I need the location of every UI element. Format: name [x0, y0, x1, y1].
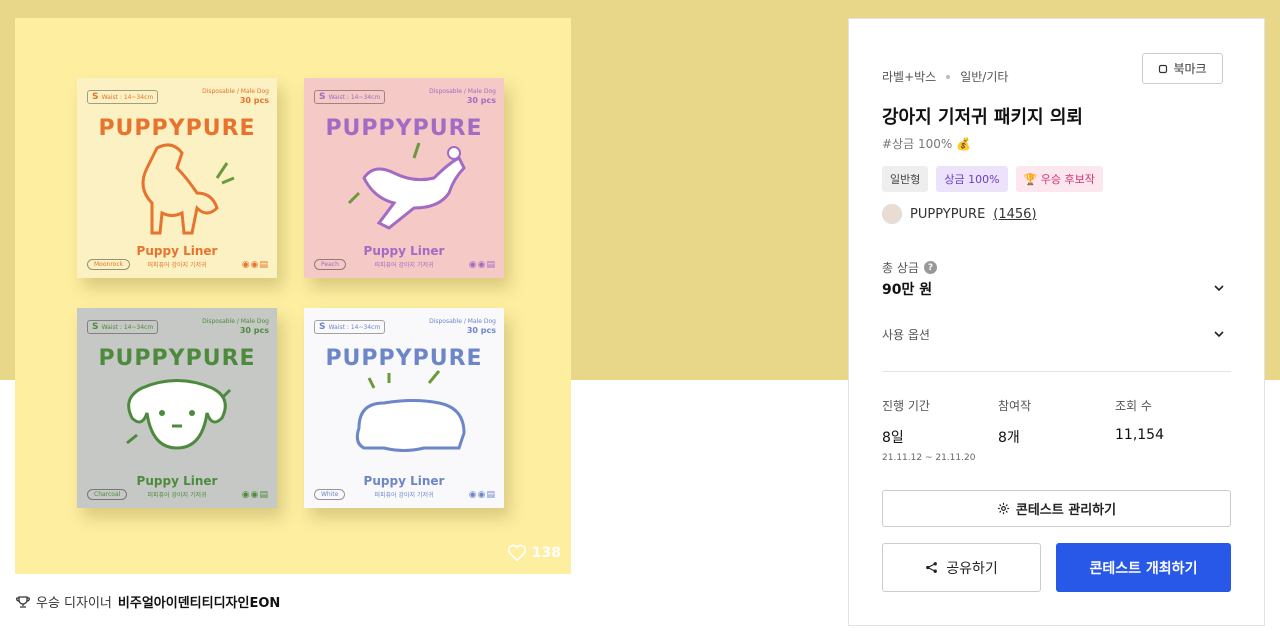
heart-icon	[507, 544, 526, 562]
stat-entries: 참여작 8개	[998, 399, 1032, 446]
gear-icon	[997, 502, 1009, 515]
cert-icons: ◉◉▤	[468, 490, 496, 500]
bookmark-button[interactable]: 북마크	[1142, 53, 1223, 84]
product-box-moonrock: S Waist : 14~34cm Disposable / Male Dog 3…	[77, 78, 277, 278]
product-box-peach: S Waist : 14~34cm Disposable / Male Dog 3…	[304, 78, 504, 278]
box-type: Disposable / Male Dog 30 pcs	[429, 318, 496, 335]
chevron-down-icon[interactable]	[1212, 327, 1226, 341]
box-product-name: Puppy Liner	[363, 474, 445, 488]
manage-contest-button[interactable]: 콘테스트 관리하기	[882, 490, 1231, 527]
size-tag: S Waist : 14~34cm	[314, 90, 386, 104]
chevron-down-icon[interactable]	[1212, 281, 1226, 295]
contest-owner[interactable]: PUPPYPURE (1456)	[882, 204, 1037, 224]
box-color-tag: Charcoal	[87, 489, 128, 500]
share-button[interactable]: 공유하기	[882, 543, 1041, 592]
avatar	[882, 204, 902, 224]
breadcrumb-subcategory[interactable]: 일반/기타	[960, 68, 1008, 85]
stat-views: 조회 수 11,154	[1115, 399, 1164, 443]
prize-value: 90만 원	[882, 282, 933, 298]
cert-icons: ◉◉▤	[241, 260, 269, 270]
box-product-name: Puppy Liner	[136, 244, 218, 258]
product-box-charcoal: S Waist : 14~34cm Disposable / Male Dog 3…	[77, 308, 277, 508]
contest-title: 강아지 기저귀 패키지 의뢰	[882, 107, 1083, 128]
winner-label: 우승 디자이너	[36, 596, 112, 611]
box-product-name: Puppy Liner	[363, 244, 445, 258]
badge-type: 일반형	[882, 166, 929, 192]
box-type: Disposable / Male Dog 30 pcs	[202, 88, 269, 105]
bookmark-icon	[1159, 64, 1168, 73]
contest-main-image[interactable]: S Waist : 14~34cm Disposable / Male Dog 3…	[15, 18, 571, 574]
cert-icons: ◉◉▤	[468, 260, 496, 270]
contest-hashtag: #상금 100% 💰	[882, 137, 972, 151]
option-label[interactable]: 사용 옵션	[882, 326, 930, 343]
dog-illustration	[347, 142, 466, 230]
box-type: Disposable / Male Dog 30 pcs	[202, 318, 269, 335]
box-color-tag: Moonrock	[87, 259, 131, 270]
box-color-tag: Peach	[314, 259, 346, 270]
size-tag: S Waist : 14~34cm	[314, 320, 386, 334]
contest-info-panel: 라벨+박스 일반/기타 북마크 강아지 기저귀 패키지 의뢰 #상금 100% …	[848, 18, 1265, 626]
owner-name: PUPPYPURE	[910, 206, 986, 222]
bookmark-label: 북마크	[1173, 62, 1207, 76]
dog-illustration	[355, 370, 466, 452]
winner-designer: 우승 디자이너 비주얼아이덴티티디자인EON	[16, 592, 280, 611]
share-icon	[926, 562, 938, 573]
divider	[882, 371, 1231, 372]
winner-name[interactable]: 비주얼아이덴티티디자인EON	[118, 592, 280, 611]
cert-icons: ◉◉▤	[241, 490, 269, 500]
size-tag: S Waist : 14~34cm	[87, 320, 159, 334]
prize-label: 총 상금 ?	[882, 259, 937, 276]
badge-prize: 상금 100%	[936, 166, 1008, 192]
breadcrumb-category[interactable]: 라벨+박스	[882, 68, 936, 85]
dog-illustration	[126, 379, 232, 450]
badge-list: 일반형 상금 100% 🏆 우승 후보작	[882, 166, 1103, 192]
breadcrumb: 라벨+박스 일반/기타	[882, 68, 1008, 85]
help-icon[interactable]: ?	[923, 261, 937, 274]
breadcrumb-separator	[946, 74, 951, 79]
dog-illustration	[141, 143, 235, 235]
like-count: 138	[531, 545, 561, 561]
trophy-icon	[16, 595, 30, 608]
open-contest-button[interactable]: 콘테스트 개최하기	[1056, 543, 1231, 592]
box-product-name: Puppy Liner	[136, 474, 218, 488]
like-button[interactable]: 138	[507, 544, 561, 562]
size-tag: S Waist : 14~34cm	[87, 90, 159, 104]
box-color-tag: White	[314, 489, 346, 500]
badge-winner-candidate: 🏆 우승 후보작	[1015, 166, 1103, 192]
owner-count[interactable]: (1456)	[993, 207, 1036, 222]
product-box-white: S Waist : 14~34cm Disposable / Male Dog 3…	[304, 308, 504, 508]
stat-duration: 진행 기간 8일 21.11.12 ~ 21.11.20	[882, 399, 976, 463]
box-type: Disposable / Male Dog 30 pcs	[429, 88, 496, 105]
